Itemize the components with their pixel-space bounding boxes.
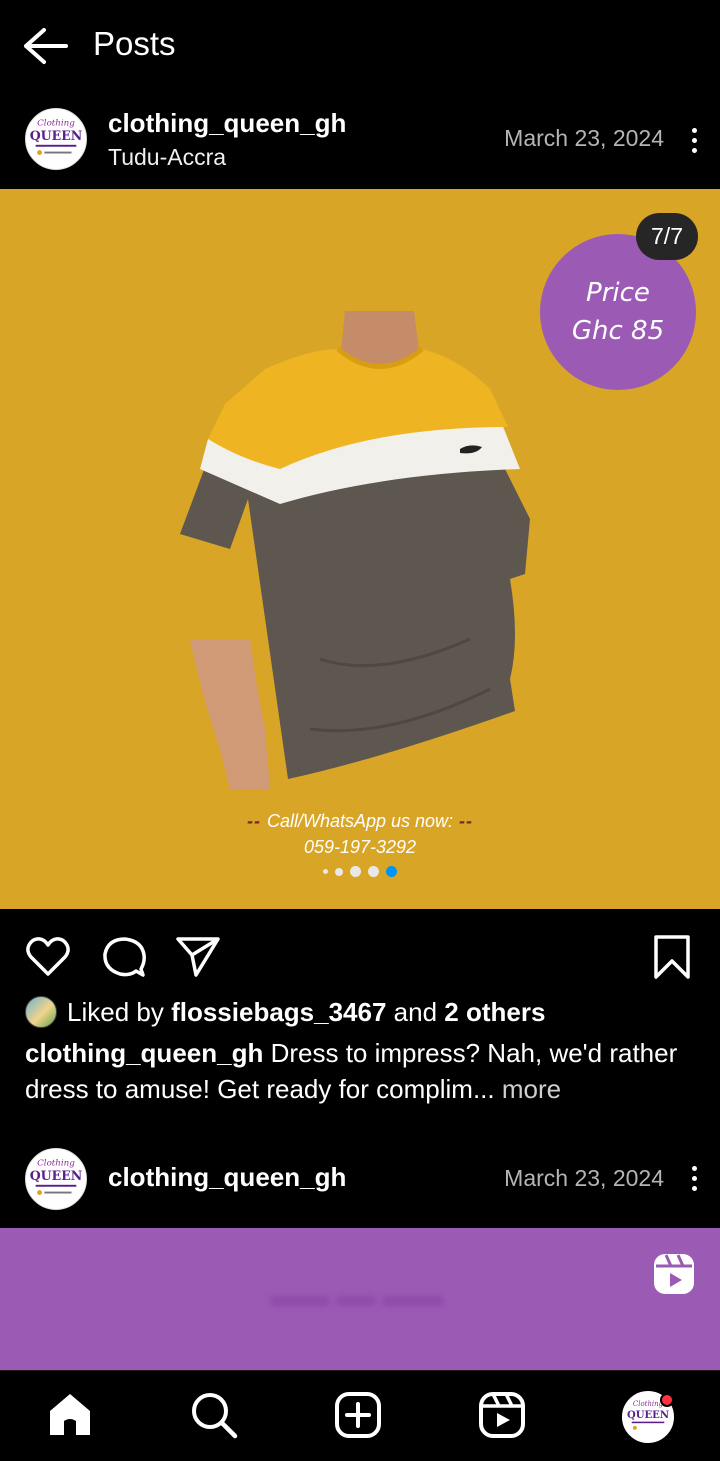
brand-logo: Clothing QUEEN: [30, 118, 83, 155]
post-header: Clothing QUEEN clothing_queen_gh Tudu-Ac…: [0, 94, 720, 190]
caption-more-link[interactable]: more: [502, 1074, 561, 1104]
carousel-dot: [350, 866, 361, 877]
post-actions: [0, 909, 720, 999]
reels-icon: [654, 1254, 694, 1294]
dot-icon: [691, 137, 697, 143]
dot-icon: [691, 1175, 697, 1181]
back-button[interactable]: [22, 26, 70, 66]
caption-username[interactable]: clothing_queen_gh: [25, 1038, 263, 1068]
comment-icon[interactable]: [100, 933, 148, 981]
arrow-left-icon: [24, 28, 68, 64]
dot-icon: [691, 1165, 697, 1171]
heart-icon[interactable]: [24, 933, 72, 981]
create-icon[interactable]: [332, 1389, 384, 1441]
avatar[interactable]: Clothing QUEEN: [25, 1148, 87, 1210]
carousel-dot: [323, 869, 328, 874]
svg-text:Clothing: Clothing: [633, 1400, 664, 1408]
search-icon[interactable]: [188, 1389, 240, 1441]
post-media-2[interactable]: [0, 1228, 720, 1370]
post-date: March 23, 2024: [504, 1165, 664, 1191]
carousel-indicator: [0, 866, 720, 877]
tshirt-image: [180, 311, 530, 789]
post-location[interactable]: Tudu-Accra: [108, 144, 226, 171]
svg-text:QUEEN: QUEEN: [30, 128, 83, 143]
blurred-media-content: [270, 1296, 444, 1306]
carousel-dot-active: [386, 866, 397, 877]
notification-dot: [660, 1393, 674, 1407]
reels-icon[interactable]: [476, 1389, 528, 1441]
price-value: Ghc 85: [571, 316, 665, 346]
post-date: March 23, 2024: [504, 125, 664, 151]
svg-text:QUEEN: QUEEN: [30, 1168, 83, 1183]
cta-line-1: -- Call/WhatsApp us now: --: [0, 811, 720, 832]
more-options-button[interactable]: [682, 1158, 706, 1198]
liked-by-and: and: [393, 996, 438, 1027]
dot-icon: [691, 147, 697, 153]
top-bar: Posts: [0, 0, 720, 90]
page-title: Posts: [93, 25, 176, 62]
svg-text:Clothing: Clothing: [37, 118, 75, 128]
post-username[interactable]: clothing_queen_gh: [108, 1162, 346, 1193]
svg-text:QUEEN: QUEEN: [627, 1410, 669, 1421]
svg-text:Clothing: Clothing: [37, 1158, 75, 1168]
dot-icon: [691, 127, 697, 133]
carousel-dot: [368, 866, 379, 877]
home-icon[interactable]: [44, 1389, 96, 1441]
bottom-nav: Clothing QUEEN: [0, 1370, 720, 1461]
liker-avatar[interactable]: [25, 996, 57, 1028]
cta-text: Call/WhatsApp us now:: [266, 811, 454, 831]
liked-by-user[interactable]: flossiebags_3467: [171, 997, 386, 1028]
dot-icon: [691, 1185, 697, 1191]
post-media[interactable]: Price Ghc 85 7/7 -- Call/WhatsApp us now…: [0, 189, 720, 909]
carousel-dot: [335, 867, 343, 876]
liked-by-line[interactable]: Liked by flossiebags_3467 and 2 others: [25, 995, 545, 1029]
more-options-button[interactable]: [682, 120, 706, 160]
dash-left: --: [246, 811, 267, 831]
share-icon[interactable]: [174, 933, 222, 981]
cta-phone: 059-197-3292: [303, 837, 417, 857]
post-header-2: Clothing QUEEN clothing_queen_gh March 2…: [0, 1132, 720, 1228]
dash-right: --: [453, 811, 474, 831]
liked-by-others[interactable]: 2 others: [444, 997, 545, 1028]
bookmark-icon[interactable]: [648, 933, 696, 981]
post-username[interactable]: clothing_queen_gh: [108, 108, 346, 139]
carousel-counter: 7/7: [636, 213, 698, 260]
price-label: Price: [586, 278, 650, 308]
liked-by-prefix: Liked by: [67, 996, 164, 1027]
brand-logo: Clothing QUEEN: [30, 1158, 83, 1195]
post-caption[interactable]: clothing_queen_gh Dress to impress? Nah,…: [25, 1035, 697, 1107]
avatar[interactable]: Clothing QUEEN: [25, 108, 87, 170]
